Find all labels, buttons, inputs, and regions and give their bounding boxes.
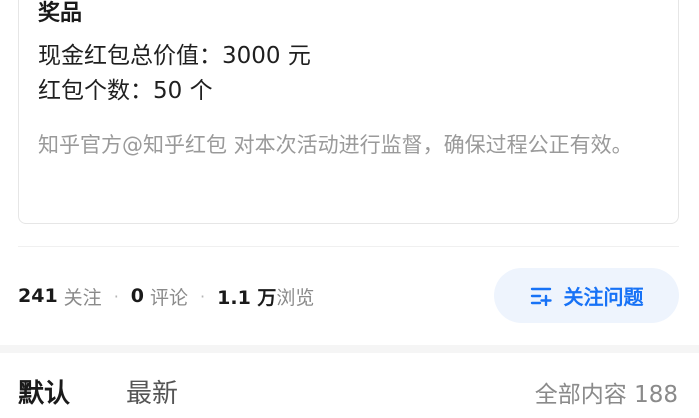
follow-question-label: 关注问题	[563, 285, 644, 309]
section-divider	[18, 246, 679, 247]
follow-list-plus-icon	[530, 287, 552, 306]
all-content-count: 全部内容 188	[534, 382, 678, 408]
prize-card	[18, 0, 679, 224]
prize-supervision-note: 知乎官方@知乎红包 对本次活动进行监督，确保过程公正有效。	[38, 133, 633, 157]
stats-separator: ·	[113, 286, 119, 306]
stats-separator: ·	[200, 286, 206, 306]
followers-label: 关注	[63, 286, 102, 309]
tab-latest[interactable]: 最新	[126, 374, 178, 414]
follow-question-button[interactable]: 关注问题	[494, 268, 679, 323]
prize-total-value: 现金红包总价值：3000 元	[38, 43, 311, 69]
prize-count: 红包个数：50 个	[38, 78, 213, 104]
comments-label[interactable]: 评论	[150, 283, 188, 310]
question-stats: 241 关注 · 0 评论 · 1.1 万 浏览	[18, 282, 314, 310]
tab-default[interactable]: 默认	[18, 374, 70, 414]
section-band	[0, 345, 699, 353]
views-label: 浏览	[276, 286, 315, 309]
views-count: 1.1 万	[217, 286, 277, 309]
prize-title: 奖品	[38, 1, 83, 26]
comments-count[interactable]: 0	[131, 285, 144, 307]
followers-count: 241	[18, 285, 58, 307]
